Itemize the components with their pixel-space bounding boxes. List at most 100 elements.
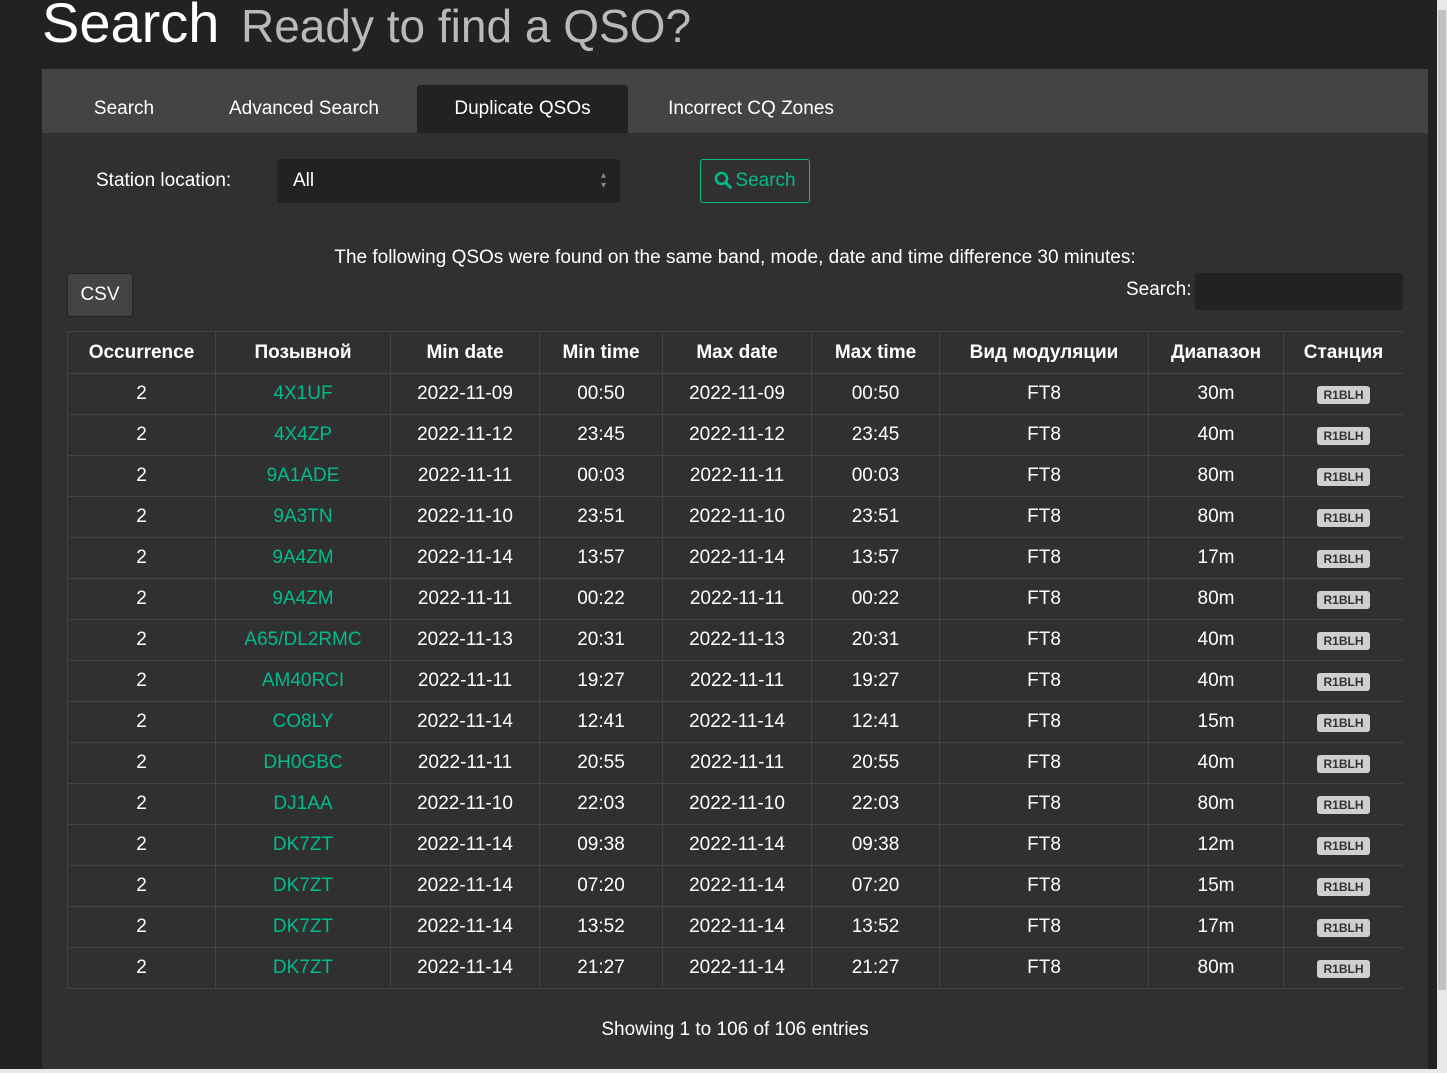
table-cell: FT8 [939,947,1149,989]
callsign-link[interactable]: 9A4ZM [215,537,391,579]
table-cell: 00:22 [811,578,940,620]
search-card: Search Advanced Search Duplicate QSOs In… [42,69,1428,1073]
table-cell: 2 [67,537,216,579]
table-cell: 2 [67,455,216,497]
callsign-link[interactable]: 9A4ZM [215,578,391,620]
table-cell: 2 [67,414,216,456]
table-cell: 2022-11-14 [662,906,812,948]
callsign-link[interactable]: 4X1UF [215,373,391,415]
table-cell: 40m [1148,414,1284,456]
table-cell: 2022-11-14 [390,906,540,948]
vertical-scrollbar[interactable] [1437,0,1447,1073]
table-cell: 2022-11-14 [390,824,540,866]
table-cell: FT8 [939,578,1149,620]
station-cell: R1BLH [1283,906,1403,948]
table-cell: 2 [67,865,216,907]
table-cell: 2022-11-12 [662,414,812,456]
table-row: 2 4X4ZP 2022-11-12 23:45 2022-11-12 23:45 FT8 4… [67,414,1403,456]
station-location-value: All [293,170,315,191]
duplicates-notice: The following QSOs were found on the sam… [334,247,1136,268]
table-cell: 00:50 [539,373,663,415]
table-cell: FT8 [939,619,1149,661]
station-badge: R1BLH [1317,878,1370,896]
callsign-link[interactable]: 9A1ADE [215,455,391,497]
callsign-link[interactable]: 4X4ZP [215,414,391,456]
table-cell: 2 [67,619,216,661]
station-location-select[interactable]: All ▴ ▾ [277,159,620,203]
station-badge: R1BLH [1317,632,1370,650]
column-header[interactable]: Позывной [215,331,391,374]
callsign-link[interactable]: DK7ZT [215,906,391,948]
station-cell: R1BLH [1283,455,1403,497]
callsign-link[interactable]: DJ1AA [215,783,391,825]
column-header[interactable]: Max time [811,331,940,374]
column-header[interactable]: Диапазон [1148,331,1284,374]
table-cell: 23:45 [811,414,940,456]
table-cell: 00:22 [539,578,663,620]
table-cell: 20:55 [539,742,663,784]
callsign-link[interactable]: DH0GBC [215,742,391,784]
table-row: 2 CO8LY 2022-11-14 12:41 2022-11-14 12:41 FT8 1… [67,701,1403,743]
table-row: 2 9A4ZM 2022-11-14 13:57 2022-11-14 13:57 FT8 1… [67,537,1403,579]
table-cell: 80m [1148,455,1284,497]
table-cell: 2022-11-10 [662,783,812,825]
tab-incorrect-cq-zones[interactable]: Incorrect CQ Zones [656,85,846,133]
column-header[interactable]: Min time [539,331,663,374]
callsign-link[interactable]: 9A3TN [215,496,391,538]
duplicates-table-container: Occurrence Позывной Min date Min time Max da… [67,331,1403,999]
table-cell: 80m [1148,783,1284,825]
station-cell: R1BLH [1283,947,1403,989]
table-search-label: Search: [1126,279,1192,300]
column-header[interactable]: Occurrence [67,331,216,374]
callsign-link[interactable]: A65/DL2RMC [215,619,391,661]
table-cell: 15m [1148,865,1284,907]
callsign-link[interactable]: AM40RCI [215,660,391,702]
table-cell: 2022-11-14 [662,701,812,743]
table-cell: FT8 [939,865,1149,907]
tab-search[interactable]: Search [71,85,177,133]
table-cell: FT8 [939,783,1149,825]
scrollbar-thumb[interactable] [1438,10,1446,990]
table-cell: 23:45 [539,414,663,456]
table-cell: 19:27 [539,660,663,702]
table-cell: 21:27 [811,947,940,989]
table-cell: FT8 [939,701,1149,743]
select-arrows-icon: ▴ ▾ [600,170,606,191]
csv-export-button[interactable]: CSV [67,273,133,317]
tab-duplicate-qsos[interactable]: Duplicate QSOs [417,85,628,133]
table-row: 2 DK7ZT 2022-11-14 21:27 2022-11-14 21:27 FT8 8… [67,947,1403,989]
column-header[interactable]: Вид модуляции [939,331,1149,374]
table-cell: 40m [1148,660,1284,702]
callsign-link[interactable]: DK7ZT [215,824,391,866]
table-cell: 09:38 [811,824,940,866]
table-cell: 2022-11-12 [390,414,540,456]
callsign-link[interactable]: DK7ZT [215,947,391,989]
search-button[interactable]: Search [700,159,810,203]
table-cell: 30m [1148,373,1284,415]
table-cell: 2022-11-14 [662,537,812,579]
table-row: 2 9A4ZM 2022-11-11 00:22 2022-11-11 00:22 FT8 8… [67,578,1403,620]
tab-bar: Search Advanced Search Duplicate QSOs In… [42,69,1428,133]
table-row: 2 9A1ADE 2022-11-11 00:03 2022-11-11 00:03 FT8… [67,455,1403,497]
station-cell: R1BLH [1283,414,1403,456]
callsign-link[interactable]: CO8LY [215,701,391,743]
table-cell: 2 [67,742,216,784]
station-cell: R1BLH [1283,865,1403,907]
station-cell: R1BLH [1283,373,1403,415]
table-cell: 2022-11-09 [390,373,540,415]
page-subtitle: Ready to find a QSO? [241,0,692,52]
callsign-link[interactable]: DK7ZT [215,865,391,907]
table-search-input[interactable] [1195,273,1403,310]
table-cell: 2022-11-11 [390,455,540,497]
tab-advanced-search[interactable]: Advanced Search [214,85,394,133]
table-cell: 2022-11-11 [390,578,540,620]
table-row: 2 DK7ZT 2022-11-14 07:20 2022-11-14 07:20 FT8 1… [67,865,1403,907]
station-cell: R1BLH [1283,660,1403,702]
table-cell: 17m [1148,906,1284,948]
column-header[interactable]: Станция [1283,331,1403,374]
column-header[interactable]: Max date [662,331,812,374]
column-header[interactable]: Min date [390,331,540,374]
station-cell: R1BLH [1283,619,1403,661]
table-cell: 2 [67,373,216,415]
table-cell: 80m [1148,578,1284,620]
